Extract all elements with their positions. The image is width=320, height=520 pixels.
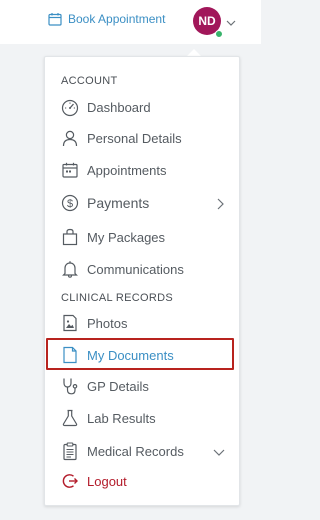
section-title-account: ACCOUNT <box>61 75 118 87</box>
menu-item-label: Communications <box>87 261 184 277</box>
avatar-initials: ND <box>198 14 216 28</box>
chevron-down-icon <box>213 445 225 463</box>
menu-item-personal-details[interactable]: Personal Details <box>55 124 233 152</box>
calendar-icon <box>48 12 62 26</box>
page: Book Appointment ND ACCOUNT Dashboard Pe… <box>0 0 261 520</box>
menu-item-payments[interactable]: $ Payments <box>55 189 233 217</box>
menu-item-my-packages[interactable]: My Packages <box>55 223 233 251</box>
section-title-clinical-records: CLINICAL RECORDS <box>61 292 173 304</box>
book-appointment-link[interactable]: Book Appointment <box>48 12 165 26</box>
menu-item-label: My Packages <box>87 229 166 245</box>
top-bar: Book Appointment ND <box>0 0 261 44</box>
book-appointment-label: Book Appointment <box>68 12 166 26</box>
menu-item-photos[interactable]: Photos <box>55 309 233 337</box>
bell-icon <box>59 258 81 280</box>
menu-item-label: Personal Details <box>87 130 182 146</box>
chevron-right-icon <box>215 197 225 215</box>
menu-item-medical-records[interactable]: Medical Records <box>55 437 233 465</box>
menu-item-label: Dashboard <box>87 99 151 115</box>
menu-item-label: Lab Results <box>87 410 156 426</box>
stethoscope-icon <box>59 375 81 397</box>
menu-item-label: Photos <box>87 315 128 331</box>
user-icon <box>59 127 81 149</box>
menu-item-label: Logout <box>87 473 127 489</box>
menu-item-label: Medical Records <box>87 443 184 459</box>
online-status-dot <box>215 30 223 38</box>
selection-highlight <box>46 338 234 370</box>
menu-item-label: Payments <box>87 195 150 211</box>
menu-item-label: Appointments <box>87 162 167 178</box>
menu-item-appointments[interactable]: Appointments <box>55 156 233 184</box>
calendar-icon <box>59 159 81 181</box>
menu-item-lab-results[interactable]: Lab Results <box>55 404 233 432</box>
photo-icon <box>59 312 81 334</box>
svg-text:$: $ <box>67 198 73 210</box>
bag-icon <box>59 226 81 248</box>
account-dropdown-menu: ACCOUNT Dashboard Personal Details Appoi… <box>44 56 240 506</box>
logout-icon <box>59 470 81 492</box>
menu-item-dashboard[interactable]: Dashboard <box>55 93 233 121</box>
menu-item-label: GP Details <box>87 378 149 394</box>
menu-caret <box>187 49 201 56</box>
menu-item-logout[interactable]: Logout <box>55 467 233 495</box>
clipboard-icon <box>59 440 81 462</box>
gauge-icon <box>59 96 81 118</box>
flask-icon <box>59 407 81 429</box>
menu-item-communications[interactable]: Communications <box>55 255 233 283</box>
chevron-down-icon[interactable] <box>226 15 236 33</box>
menu-item-gp-details[interactable]: GP Details <box>55 372 233 400</box>
dollar-circle-icon: $ <box>59 192 81 214</box>
